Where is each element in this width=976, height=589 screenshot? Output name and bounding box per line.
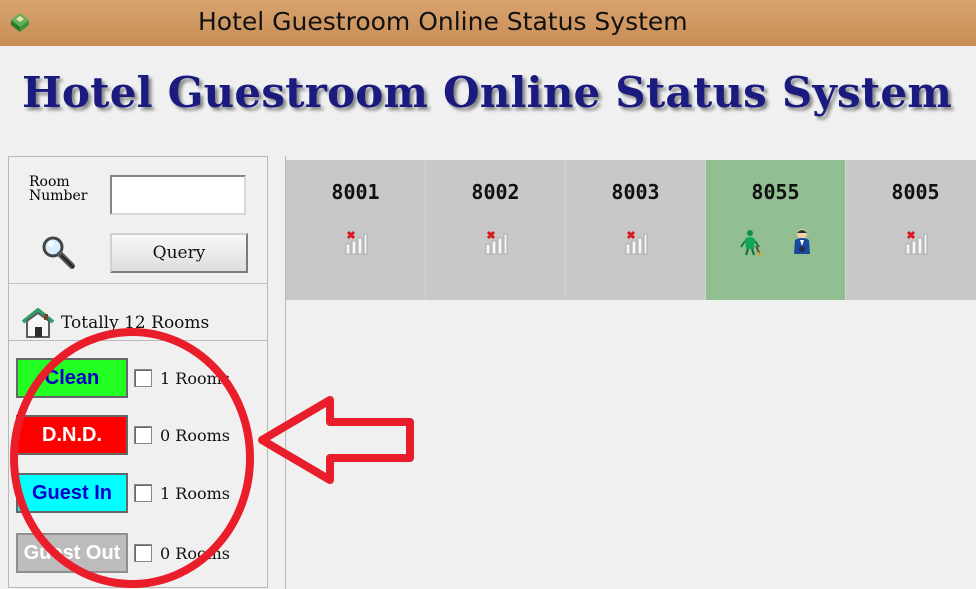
clean-filter-label: Clean	[44, 366, 100, 389]
room-query-box: Room Number Query	[9, 157, 267, 284]
guest-in-filter-checkbox[interactable]	[134, 484, 152, 502]
clean-room-count: 1 Rooms	[160, 368, 230, 388]
dnd-filter-checkbox[interactable]	[134, 426, 152, 444]
app-icon	[11, 13, 29, 32]
signal-error-icon	[625, 230, 647, 255]
clean-filter-button[interactable]: Clean	[16, 358, 128, 398]
room-card-8055[interactable]: 8055	[706, 160, 846, 300]
clean-filter-checkbox[interactable]	[134, 369, 152, 387]
signal-error-icon	[345, 230, 367, 255]
room-label-line-2: Number	[29, 188, 88, 204]
room-status-icons	[566, 228, 705, 256]
dnd-room-count: 0 Rooms	[160, 425, 230, 445]
guest-out-filter-button[interactable]: Guest Out	[16, 533, 128, 573]
room-number: 8002	[471, 180, 520, 204]
window-titlebar: Hotel Guestroom Online Status System	[0, 0, 976, 46]
guest-in-room-count: 1 Rooms	[160, 483, 230, 503]
room-number: 8055	[751, 180, 800, 204]
query-button[interactable]: Query	[110, 233, 248, 273]
room-number: 8005	[891, 180, 940, 204]
room-card-8003[interactable]: 8003	[566, 160, 706, 300]
room-summary: Totally 12 Rooms	[19, 302, 209, 344]
room-total-text: Totally 12 Rooms	[61, 313, 210, 333]
window-title: Hotel Guestroom Online Status System	[198, 7, 688, 36]
cleaner-icon	[739, 230, 762, 256]
guest-icon	[793, 229, 810, 254]
filter-panel: Room Number Query Totally 12 Rooms Clean…	[8, 156, 268, 588]
room-number-input[interactable]	[110, 175, 246, 215]
room-card-8001[interactable]: 8001	[286, 160, 426, 300]
house-icon	[21, 308, 55, 338]
status-filter-list: Clean 1 Rooms D.N.D. 0 Rooms Guest In 1 …	[9, 340, 267, 589]
guest-out-filter-label: Guest Out	[23, 541, 121, 564]
dnd-filter-button[interactable]: D.N.D.	[16, 415, 128, 455]
guest-out-filter-checkbox[interactable]	[134, 544, 152, 562]
status-filter-row-guest-in: Guest In 1 Rooms	[16, 473, 230, 513]
room-grid: 8001 8002 8003 8055 8005	[285, 156, 976, 589]
room-status-icons	[286, 228, 425, 256]
room-number-label: Room Number	[29, 175, 114, 203]
signal-error-icon	[905, 230, 927, 255]
status-filter-row-dnd: D.N.D. 0 Rooms	[16, 415, 230, 455]
search-icon	[42, 236, 75, 269]
guest-out-room-count: 0 Rooms	[160, 543, 230, 563]
room-number: 8001	[331, 180, 380, 204]
status-filter-row-guest-out: Guest Out 0 Rooms	[16, 533, 230, 573]
page-title: Hotel Guestroom Online Status System	[22, 68, 952, 117]
signal-error-icon	[485, 230, 507, 255]
room-status-icons	[426, 228, 565, 256]
guest-in-filter-label: Guest In	[31, 481, 112, 504]
status-filter-row-clean: Clean 1 Rooms	[16, 358, 230, 398]
room-number: 8003	[611, 180, 660, 204]
room-card-8005[interactable]: 8005	[846, 160, 976, 300]
room-status-icons	[706, 228, 845, 256]
guest-in-filter-button[interactable]: Guest In	[16, 473, 128, 513]
dnd-filter-label: D.N.D.	[42, 423, 102, 446]
room-card-8002[interactable]: 8002	[426, 160, 566, 300]
room-status-icons	[846, 228, 976, 256]
